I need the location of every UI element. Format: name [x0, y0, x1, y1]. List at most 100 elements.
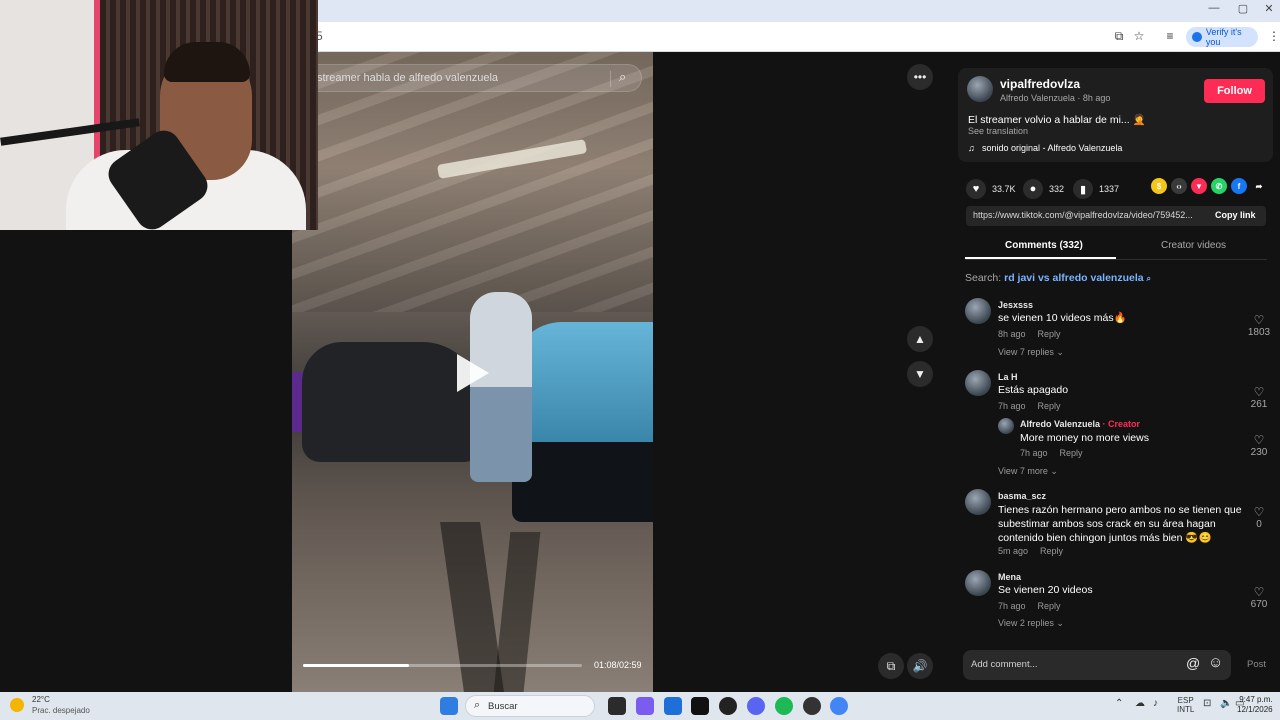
comment-username[interactable]: basma_scz	[998, 491, 1046, 501]
taskbar-search[interactable]: ⌕ Buscar	[465, 695, 595, 717]
onedrive-icon[interactable]: ☁	[1135, 698, 1145, 709]
spotify-icon[interactable]	[775, 697, 793, 715]
embed-icon[interactable]: ‹›	[1171, 178, 1187, 194]
close-icon[interactable]: ✕	[1255, 2, 1280, 15]
volume-tray-icon[interactable]: 🔈	[1220, 698, 1232, 709]
video-search-box[interactable]: streamer habla de alfredo valenzuela ⌕	[292, 64, 642, 92]
reply-meta: 7h ago Reply	[1020, 448, 1083, 458]
language-indicator[interactable]: ESP INTL	[1177, 696, 1194, 714]
search-suggestion-query[interactable]: rd javi vs alfredo valenzuela	[1004, 272, 1143, 284]
comment-avatar[interactable]	[965, 570, 991, 596]
view-replies-button[interactable]: View 2 replies ⌄	[998, 618, 1064, 629]
tray-chevron-icon[interactable]: ⌃	[1115, 698, 1123, 709]
comment-username[interactable]: Mena	[998, 572, 1021, 582]
reply-avatar[interactable]	[998, 418, 1014, 434]
whatsapp-icon[interactable]: ✆	[1211, 178, 1227, 194]
more-options-icon[interactable]: •••	[907, 64, 933, 90]
speaker-tray-icon[interactable]: ♪	[1153, 698, 1158, 709]
bookmark-icon[interactable]: ▮	[1073, 179, 1093, 199]
add-comment-placeholder[interactable]: Add comment...	[971, 659, 1038, 670]
post-link-url[interactable]: https://www.tiktok.com/@vipalfredovlza/v…	[973, 210, 1203, 220]
comment-like[interactable]: ♡ 1803	[1244, 313, 1274, 338]
previous-video-icon[interactable]: ▲	[907, 326, 933, 352]
reply-button[interactable]: Reply	[1038, 401, 1061, 411]
store-icon[interactable]	[664, 697, 682, 715]
comment-heart-icon[interactable]: ♡	[1244, 433, 1274, 447]
share-arrow-icon[interactable]: ➦	[1251, 178, 1267, 194]
comment-text: se vienen 10 videos más🔥	[998, 312, 1127, 324]
copilot-icon[interactable]	[636, 697, 654, 715]
obs-icon[interactable]	[719, 697, 737, 715]
comment-heart-icon[interactable]: ♡	[1244, 313, 1274, 327]
discord-icon[interactable]	[747, 697, 765, 715]
bookmark-star-icon[interactable]: ☆	[1131, 29, 1147, 43]
windows-start-icon[interactable]	[440, 697, 458, 715]
tab-creator-videos[interactable]: Creator videos	[1161, 240, 1226, 251]
comments-stat[interactable]: ● 332	[1023, 179, 1064, 199]
comment-like-count: 261	[1250, 399, 1268, 410]
play-icon[interactable]	[457, 354, 489, 392]
search-suggestion[interactable]: Search: rd javi vs alfredo valenzuela ⌕	[965, 272, 1151, 284]
likes-stat[interactable]: ♥ 33.7K	[966, 179, 1016, 199]
post-comment-button[interactable]: Post	[1247, 659, 1266, 670]
sound-name[interactable]: sonido original - Alfredo Valenzuela	[982, 143, 1122, 153]
reply-button[interactable]: Reply	[1038, 329, 1061, 339]
comment-time: 5m ago	[998, 546, 1029, 556]
reply-button[interactable]: Reply	[1038, 601, 1061, 611]
comment-heart-icon[interactable]: ♡	[1244, 585, 1274, 599]
emoji-icon[interactable]: ☺	[1208, 654, 1223, 671]
network-icon[interactable]: ⊡	[1203, 698, 1211, 709]
follow-button[interactable]: Follow	[1204, 79, 1265, 103]
reply-username[interactable]: Alfredo Valenzuela · Creator	[1020, 419, 1140, 429]
reply-button[interactable]: Reply	[1040, 546, 1063, 556]
verify-profile-button[interactable]: Verify it's you	[1186, 27, 1258, 47]
video-progress-fill	[303, 664, 410, 667]
see-translation-link[interactable]: See translation	[968, 126, 1028, 136]
comment-like[interactable]: ♡ 230	[1244, 433, 1274, 458]
comment-avatar[interactable]	[965, 489, 991, 515]
sun-icon	[10, 698, 24, 712]
video-search-query[interactable]: streamer habla de alfredo valenzuela	[317, 72, 498, 84]
search-icon[interactable]: ⌕	[619, 69, 626, 85]
chrome-icon[interactable]	[830, 697, 848, 715]
comment-avatar[interactable]	[965, 370, 991, 396]
app-icon[interactable]	[803, 697, 821, 715]
comment-heart-icon[interactable]: ♡	[1244, 505, 1274, 519]
author-avatar[interactable]	[967, 76, 993, 102]
taskbar-clock[interactable]: 9:47 p.m. 12/1/2026	[1237, 695, 1273, 715]
browser-menu-icon[interactable]: ⋮	[1266, 29, 1280, 43]
install-icon[interactable]: ⧉	[1111, 29, 1127, 44]
saves-stat[interactable]: ▮ 1337	[1073, 179, 1119, 199]
capcut-icon[interactable]	[691, 697, 709, 715]
minimize-icon[interactable]: —	[1200, 2, 1228, 14]
tab-comments[interactable]: Comments (332)	[1005, 240, 1083, 251]
volume-icon[interactable]: 🔊	[907, 653, 933, 679]
coin-share-icon[interactable]: $	[1151, 178, 1167, 194]
maximize-icon[interactable]: ▢	[1229, 2, 1257, 15]
comment-username[interactable]: La H	[998, 372, 1018, 382]
copy-link-button[interactable]: Copy link	[1215, 210, 1256, 220]
comment-like[interactable]: ♡ 261	[1244, 385, 1274, 410]
tabs-divider	[965, 259, 1267, 260]
comment-avatar[interactable]	[965, 298, 991, 324]
view-more-button[interactable]: View 7 more ⌄	[998, 466, 1058, 477]
send-icon[interactable]: ▼	[1191, 178, 1207, 194]
author-username[interactable]: vipalfredovlza	[1000, 77, 1080, 91]
task-view-icon[interactable]	[608, 697, 626, 715]
comment-heart-icon[interactable]: ♡	[1244, 385, 1274, 399]
media-controls-icon[interactable]: ≡	[1162, 29, 1178, 43]
facebook-icon[interactable]: f	[1231, 178, 1247, 194]
floating-player-icon[interactable]: ⧉	[878, 653, 904, 679]
comment-meta: 8h ago Reply	[998, 329, 1061, 339]
add-comment-field[interactable]: Add comment... @ ☺	[963, 650, 1231, 680]
comment-icon[interactable]: ●	[1023, 179, 1043, 199]
next-video-icon[interactable]: ▼	[907, 361, 933, 387]
view-replies-button[interactable]: View 7 replies ⌄	[998, 347, 1064, 358]
comment-like[interactable]: ♡ 670	[1244, 585, 1274, 610]
heart-icon[interactable]: ♥	[966, 179, 986, 199]
comment-like[interactable]: ♡ 0	[1244, 505, 1274, 530]
comment-username[interactable]: Jesxsss	[998, 300, 1033, 310]
mention-icon[interactable]: @	[1186, 655, 1200, 671]
reply-username-text[interactable]: Alfredo Valenzuela	[1020, 419, 1100, 429]
reply-button[interactable]: Reply	[1060, 448, 1083, 458]
